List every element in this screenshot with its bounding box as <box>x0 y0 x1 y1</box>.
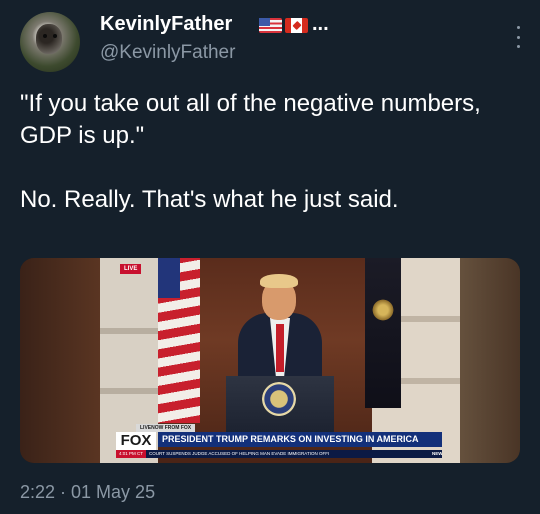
canada-flag-icon <box>285 18 308 33</box>
tweet-card[interactable]: KevinlyFather ... @KevinlyFather "If you… <box>0 0 540 514</box>
video-frame[interactable]: LIVE LIVENOW FROM FOX FOX PRESIDENT TRUM… <box>100 258 460 463</box>
ticker-top-label: LIVENOW FROM FOX <box>136 424 196 432</box>
news-tag: NEWS <box>432 451 442 456</box>
speaker-tie <box>276 324 284 372</box>
media-blur-left <box>20 258 100 463</box>
avatar-dog-image <box>36 24 62 54</box>
tweet-text: "If you take out all of the negative num… <box>20 88 520 216</box>
news-lower-third: LIVENOW FROM FOX FOX PRESIDENT TRUMP REM… <box>100 424 460 460</box>
display-name[interactable]: KevinlyFather <box>100 13 232 36</box>
ticker-text: COURT SUSPENDS JUDGE ACCUSED OF HELPING … <box>149 451 330 456</box>
presidential-seal-icon <box>262 382 296 416</box>
american-flag-image <box>158 258 200 423</box>
avatar-eye <box>43 34 47 38</box>
tweet-timestamp[interactable]: 2:22 · 01 May 25 <box>20 482 155 503</box>
tweet-paragraph: No. Really. That's what he just said. <box>20 186 399 213</box>
speaker-hair <box>260 274 298 288</box>
tweet-paragraph: "If you take out all of the negative num… <box>20 90 481 149</box>
presidential-flag-image <box>365 258 401 408</box>
more-options-icon[interactable] <box>512 26 524 48</box>
avatar[interactable] <box>20 12 80 72</box>
flag-icons <box>259 18 308 35</box>
live-badge: LIVE <box>120 264 142 274</box>
network-logo: FOX <box>116 432 156 450</box>
user-handle[interactable]: @KevinlyFather <box>100 42 235 64</box>
video-media[interactable]: LIVE LIVENOW FROM FOX FOX PRESIDENT TRUM… <box>20 258 520 463</box>
avatar-eye <box>53 34 57 38</box>
ticker-bar: 4:01 PM CT COURT SUSPENDS JUDGE ACCUSED O… <box>116 450 442 458</box>
us-flag-icon <box>259 18 282 33</box>
name-ellipsis: ... <box>312 13 329 35</box>
headline-bar: PRESIDENT TRUMP REMARKS ON INVESTING IN … <box>158 432 442 447</box>
ticker-time: 4:01 PM CT <box>116 450 147 458</box>
